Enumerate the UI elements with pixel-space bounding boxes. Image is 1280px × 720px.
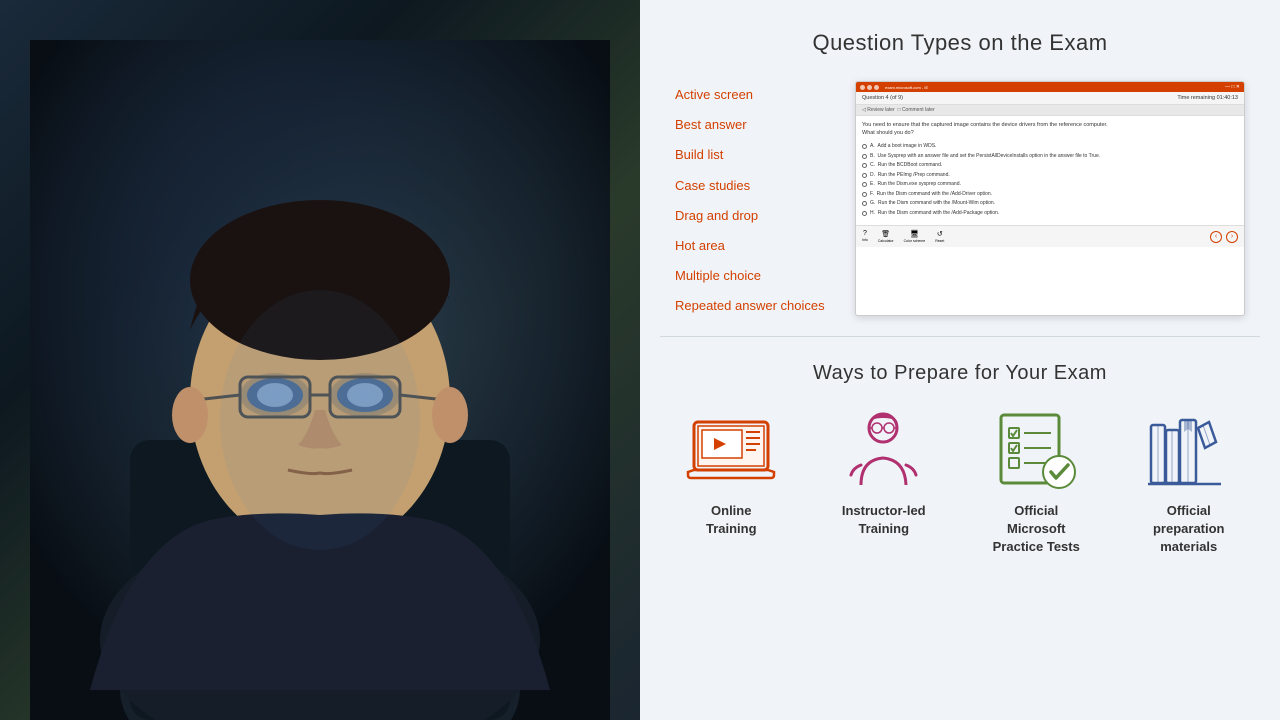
exam-footer: ? Info 🗑 Calculator 🖥 Color scheme ↺ [856,225,1244,247]
practice-tests-icon [991,410,1081,490]
qt-active-screen[interactable]: Active screen [675,86,835,104]
exam-answer-f: F. Run the Dism command with the /Add-Dr… [862,191,1238,198]
exam-time-remaining: Time remaining 01:40:13 [1177,95,1238,101]
exam-toolbar: ◁ Review later □ Comment later [856,105,1244,116]
exam-answer-d: D. Run the PEImg /Prep command. [862,172,1238,179]
exam-answer-g: G. Run the Dism command with the /Mount-… [862,200,1238,207]
materials-icon [1144,410,1234,490]
exam-nav-arrows: ‹ › [1210,231,1238,243]
prepare-item-instructor: Instructor-ledTraining [819,410,949,538]
instructor-label: Instructor-ledTraining [842,502,926,538]
online-training-label: OnlineTraining [706,502,757,538]
practice-tests-label: OfficialMicrosoftPractice Tests [993,502,1080,557]
exam-screenshot: exam.microsoft.com - IE — □ ✕ Question 4… [855,81,1245,316]
exam-question-text: You need to ensure that the captured ima… [862,122,1238,137]
qt-multiple-choice[interactable]: Multiple choice [675,267,835,285]
materials-label: Officialpreparationmaterials [1153,502,1225,557]
prepare-section: Ways to Prepare for Your Exam [640,337,1280,720]
question-types-list: Active screen Best answer Build list Cas… [675,81,835,316]
exam-title-bar: exam.microsoft.com - IE — □ ✕ [856,82,1244,92]
exam-body: You need to ensure that the captured ima… [856,116,1244,225]
exam-top-bar: Question 4 (of 9) Time remaining 01:40:1… [856,92,1244,105]
prepare-item-online-training: OnlineTraining [666,410,796,538]
exam-answer-a: A. Add a boot image in WDS. [862,143,1238,150]
prepare-icons-row: OnlineTraining [660,410,1260,557]
question-types-section: Question Types on the Exam Active screen… [640,0,1280,336]
exam-next-arrow[interactable]: › [1226,231,1238,243]
exam-prev-arrow[interactable]: ‹ [1210,231,1222,243]
exam-footer-icons: ? Info 🗑 Calculator 🖥 Color scheme ↺ [862,230,944,243]
prepare-item-materials: Officialpreparationmaterials [1124,410,1254,557]
qt-hot-area[interactable]: Hot area [675,237,835,255]
question-types-title: Question Types on the Exam [675,30,1245,56]
prepare-item-practice-tests: OfficialMicrosoftPractice Tests [971,410,1101,557]
exam-answer-b: B. Use Sysprep with an answer file and s… [862,153,1238,160]
prepare-title: Ways to Prepare for Your Exam [660,362,1260,385]
qt-best-answer[interactable]: Best answer [675,116,835,134]
exam-question-number: Question 4 (of 9) [862,95,903,101]
right-panel: Question Types on the Exam Active screen… [640,0,1280,720]
question-types-content: Active screen Best answer Build list Cas… [675,81,1245,316]
photo-panel [0,0,640,720]
online-training-icon [686,410,776,490]
qt-build-list[interactable]: Build list [675,146,835,164]
qt-repeated-answer-choices[interactable]: Repeated answer choices [675,297,835,315]
exam-answer-e: E. Run the Dism.exe sysprep command. [862,181,1238,188]
exam-answer-h: H. Run the Dism command with the /Add-Pa… [862,210,1238,217]
qt-case-studies[interactable]: Case studies [675,177,835,195]
instructor-icon [839,410,929,490]
exam-answer-c: C. Run the BCDBoot command. [862,162,1238,169]
qt-drag-and-drop[interactable]: Drag and drop [675,207,835,225]
